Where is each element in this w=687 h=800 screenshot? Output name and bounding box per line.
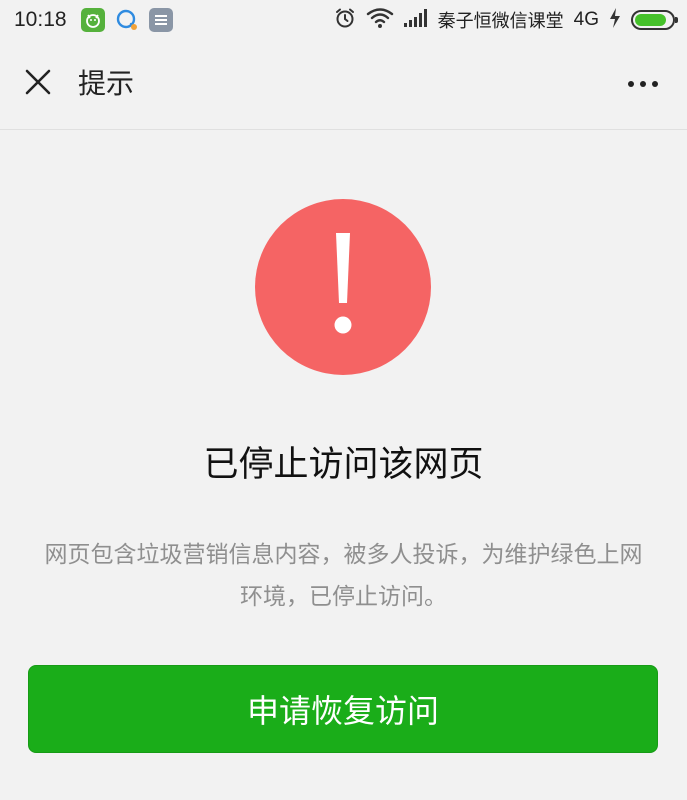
- page-title: 提示: [78, 67, 135, 100]
- battery-level: [635, 14, 666, 26]
- battery-tip: [675, 17, 678, 23]
- alarm-icon: [334, 7, 356, 34]
- status-time: 10:18: [14, 8, 67, 31]
- more-icon: [628, 81, 634, 87]
- close-icon: [25, 69, 51, 95]
- wechat-pet-icon: [80, 8, 105, 32]
- headline: 已停止访问该网页: [203, 445, 484, 485]
- warning-circle: [255, 199, 431, 375]
- chat-bubble-icon: [115, 8, 139, 32]
- more-button[interactable]: [621, 66, 665, 102]
- wifi-icon: [366, 7, 394, 34]
- title-bar: 提示: [0, 40, 687, 130]
- description-text: 网页包含垃圾营销信息内容，被多人投诉，为维护绿色上网环境，已停止访问。: [44, 542, 643, 610]
- signal-icon: [403, 8, 428, 32]
- exclamation-icon: [334, 233, 352, 334]
- request-restore-access-button[interactable]: 申请恢复访问: [28, 665, 658, 753]
- status-left: 10:18: [14, 8, 173, 32]
- network-type: 4G: [573, 9, 599, 30]
- close-button[interactable]: [20, 64, 56, 100]
- more-icon: [640, 81, 646, 87]
- carrier-name: 秦子恒微信课堂: [437, 11, 564, 32]
- status-right: 秦子恒微信课堂 4G: [334, 7, 678, 34]
- notes-icon: [148, 8, 173, 32]
- status-bar: 10:18 秦子恒微信课堂 4G: [0, 0, 687, 40]
- charging-icon: [609, 7, 621, 33]
- more-icon: [652, 81, 658, 87]
- battery-icon: [631, 10, 678, 30]
